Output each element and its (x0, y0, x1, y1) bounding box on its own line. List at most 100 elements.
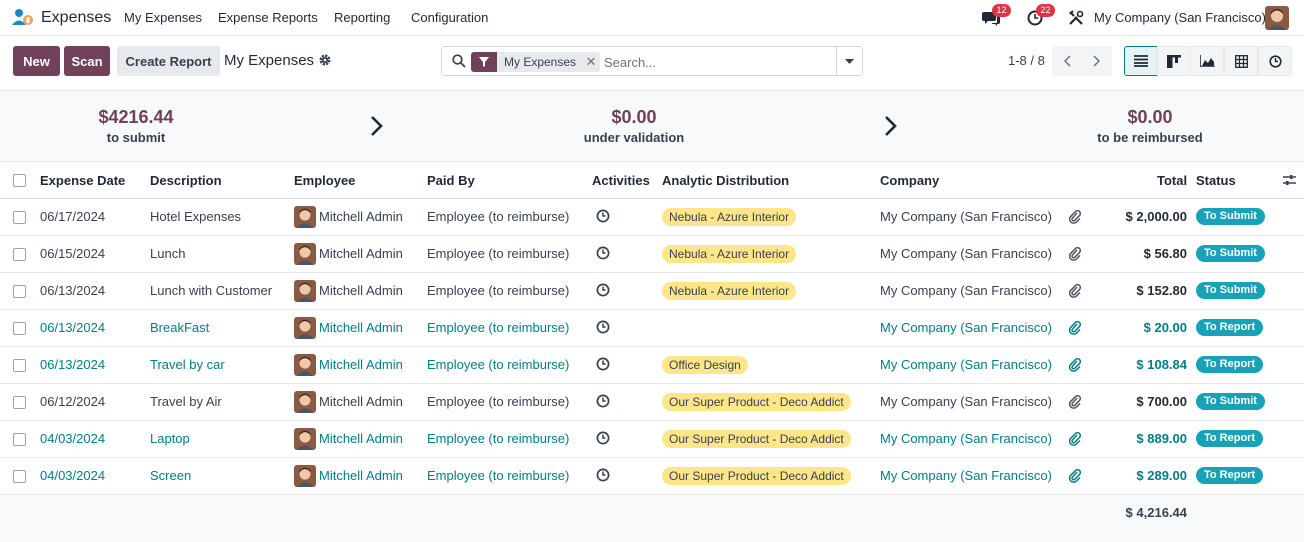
debug-tools-button[interactable] (1068, 6, 1084, 30)
kanban-view-button[interactable] (1157, 46, 1191, 76)
employee-avatar[interactable] (294, 243, 316, 265)
table-header: Expense Date Description Employee Paid B… (0, 162, 1304, 199)
pager-value[interactable]: 1-8 / 8 (1008, 53, 1045, 68)
column-total[interactable]: Total (1157, 173, 1187, 188)
table-row[interactable]: 04/03/2024 Laptop Mitchell Admin Employee (… (0, 421, 1304, 458)
row-checkbox[interactable] (13, 359, 26, 372)
table-row[interactable]: 04/03/2024 Screen Mitchell Admin Employee (… (0, 458, 1304, 495)
activity-clock-icon[interactable] (596, 246, 610, 260)
summary-to-be-reimbursed[interactable]: $0.00 to be reimbursed (1090, 107, 1210, 145)
activity-clock-icon[interactable] (596, 468, 610, 482)
expense-date: 06/13/2024 (40, 357, 106, 372)
facet-remove-icon[interactable]: ✕ (582, 52, 601, 72)
search-options-toggle[interactable] (836, 46, 863, 76)
company-name: My Company (San Francisco) (880, 320, 1052, 335)
activity-clock-icon[interactable] (596, 394, 610, 408)
column-status[interactable]: Status (1196, 173, 1236, 188)
activity-clock-icon[interactable] (596, 283, 610, 297)
table-icon (1234, 54, 1248, 68)
paperclip-icon[interactable] (1069, 210, 1081, 224)
employee-avatar[interactable] (294, 317, 316, 339)
kanban-icon (1167, 54, 1181, 68)
activity-clock-icon[interactable] (596, 209, 610, 223)
scan-button[interactable]: Scan (64, 46, 110, 76)
expenses-app-icon[interactable] (12, 8, 34, 28)
search-icon[interactable] (452, 54, 466, 68)
employee-avatar[interactable] (294, 206, 316, 228)
employee-avatar[interactable] (294, 428, 316, 450)
table-row[interactable]: 06/17/2024 Hotel Expenses Mitchell Admin Em… (0, 199, 1304, 236)
create-report-button[interactable]: Create Report (117, 46, 220, 76)
employee-avatar[interactable] (294, 280, 316, 302)
table-row[interactable]: 06/12/2024 Travel by Air Mitchell Admin Emp… (0, 384, 1304, 421)
column-description[interactable]: Description (150, 173, 222, 188)
column-activities[interactable]: Activities (592, 173, 650, 188)
activity-clock-icon[interactable] (596, 357, 610, 371)
graph-view-button[interactable] (1190, 46, 1224, 76)
activity-clock-icon[interactable] (596, 431, 610, 445)
column-company[interactable]: Company (880, 173, 939, 188)
expense-total: $ 700.00 (1136, 394, 1187, 409)
pager-next-button[interactable] (1082, 46, 1112, 76)
paperclip-icon[interactable] (1069, 284, 1081, 298)
menu-expense-reports[interactable]: Expense Reports (218, 10, 318, 25)
row-checkbox[interactable] (13, 470, 26, 483)
menu-configuration[interactable]: Configuration (411, 10, 488, 25)
list-view-button[interactable] (1124, 46, 1158, 76)
app-name[interactable]: Expenses (41, 9, 111, 27)
paperclip-icon[interactable] (1069, 321, 1081, 335)
search-input[interactable] (604, 52, 824, 72)
table-row[interactable]: 06/13/2024 BreakFast Mitchell Admin Employe… (0, 310, 1304, 347)
paperclip-icon[interactable] (1069, 247, 1081, 261)
paperclip-icon[interactable] (1069, 469, 1081, 483)
expense-date: 06/13/2024 (40, 320, 106, 335)
expense-description: Laptop (150, 431, 190, 446)
pager-previous-button[interactable] (1052, 46, 1082, 76)
employee-avatar[interactable] (294, 391, 316, 413)
column-employee[interactable]: Employee (294, 173, 355, 188)
activities-button[interactable]: 22 (1024, 4, 1055, 30)
column-expense-date[interactable]: Expense Date (40, 173, 125, 188)
expense-total: $ 56.80 (1143, 246, 1187, 261)
expense-description: Travel by car (150, 357, 225, 372)
row-checkbox[interactable] (13, 322, 26, 335)
paperclip-icon[interactable] (1069, 395, 1081, 409)
status-badge: To Submit (1196, 393, 1265, 410)
select-all-checkbox[interactable] (13, 174, 26, 187)
paperclip-icon[interactable] (1069, 432, 1081, 446)
pivot-view-button[interactable] (1224, 46, 1258, 76)
paperclip-icon[interactable] (1069, 358, 1081, 372)
new-button[interactable]: New (13, 46, 60, 76)
status-badge: To Submit (1196, 245, 1265, 262)
row-checkbox[interactable] (13, 211, 26, 224)
expense-total: $ 20.00 (1143, 320, 1187, 335)
summary-to-submit[interactable]: $4216.44 to submit (86, 107, 186, 145)
status-badge: To Submit (1196, 208, 1265, 225)
paid-by: Employee (to reimburse) (427, 209, 570, 224)
expense-date: 06/12/2024 (40, 394, 106, 409)
activity-view-button[interactable] (1258, 46, 1292, 76)
table-footer: $ 4,216.44 (0, 495, 1304, 542)
company-switcher[interactable]: My Company (San Francisco) (1094, 10, 1266, 25)
messages-button[interactable]: 12 (980, 4, 1011, 30)
gear-icon[interactable] (318, 53, 332, 67)
employee-avatar[interactable] (294, 354, 316, 376)
user-avatar[interactable] (1265, 6, 1289, 30)
optional-columns-icon[interactable] (1283, 174, 1296, 186)
menu-reporting[interactable]: Reporting (334, 10, 390, 25)
row-checkbox[interactable] (13, 285, 26, 298)
row-checkbox[interactable] (13, 433, 26, 446)
paid-by: Employee (to reimburse) (427, 246, 570, 261)
column-paid-by[interactable]: Paid By (427, 173, 475, 188)
table-row[interactable]: 06/13/2024 Lunch with Customer Mitchell Ad… (0, 273, 1304, 310)
expense-total: $ 889.00 (1136, 431, 1187, 446)
row-checkbox[interactable] (13, 248, 26, 261)
table-row[interactable]: 06/15/2024 Lunch Mitchell Admin Employee (t… (0, 236, 1304, 273)
summary-under-validation[interactable]: $0.00 under validation (574, 107, 694, 145)
column-analytic-distribution[interactable]: Analytic Distribution (662, 173, 789, 188)
employee-avatar[interactable] (294, 465, 316, 487)
row-checkbox[interactable] (13, 396, 26, 409)
menu-my-expenses[interactable]: My Expenses (124, 10, 202, 25)
activity-clock-icon[interactable] (596, 320, 610, 334)
table-row[interactable]: 06/13/2024 Travel by car Mitchell Admin Emp… (0, 347, 1304, 384)
